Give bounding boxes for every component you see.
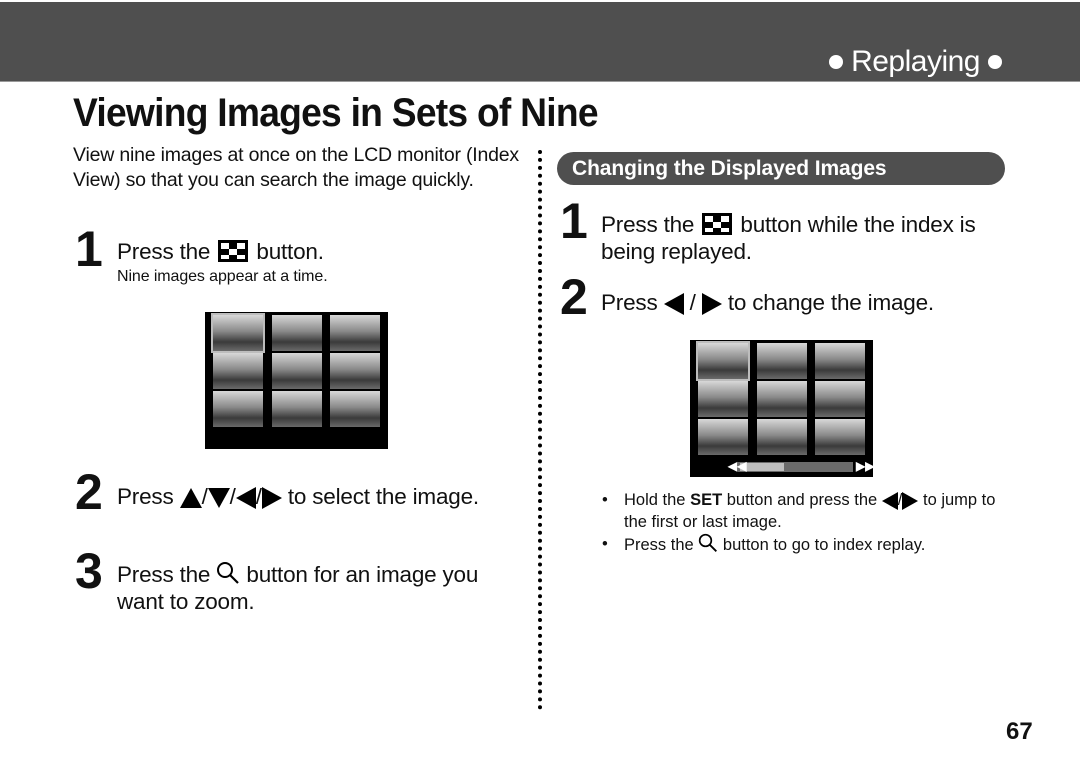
column-divider	[538, 150, 542, 710]
thumbnail	[815, 381, 865, 417]
set-button-label: SET	[690, 491, 723, 509]
thumbnail	[330, 353, 380, 389]
thumbnail	[272, 315, 322, 351]
lcd-index-view-screen	[205, 312, 388, 449]
thumbnail	[698, 381, 748, 417]
thumbnail	[213, 391, 263, 427]
scroll-track	[738, 462, 853, 472]
subheading: Changing the Displayed Images	[557, 152, 1005, 185]
step-text: Press / to change the image.	[601, 290, 934, 316]
magnify-icon	[699, 533, 718, 552]
step-subtext: Nine images appear at a time.	[117, 268, 328, 285]
jump-first-icon: ◀◀	[728, 459, 747, 473]
section-tag-label: Replaying	[851, 45, 980, 78]
step-text: Press the button while the index is bein…	[601, 212, 976, 264]
step-text: Press the button for an image you want t…	[117, 562, 479, 614]
right-arrow-icon	[261, 487, 282, 510]
right-arrow-icon	[902, 491, 919, 510]
step-number: 2	[75, 464, 103, 520]
section-tag: Replaying	[829, 45, 1002, 79]
thumbnail	[696, 341, 750, 381]
lcd-index-scroll-screen: ◀◀ ▶▶	[690, 340, 875, 477]
left-arrow-icon	[235, 487, 256, 510]
step-number: 1	[75, 221, 103, 277]
thumbnail	[213, 353, 263, 389]
thumbnail	[757, 381, 807, 417]
right-arrow-icon	[701, 293, 722, 316]
note-item: • Press the button to go to index replay…	[602, 533, 926, 554]
bullet-dot-icon	[829, 55, 844, 69]
thumbnail	[815, 343, 865, 379]
down-arrow-icon	[207, 488, 230, 509]
notes-list: • Hold the SET button and press the / to…	[600, 489, 1010, 556]
thumbnail	[330, 315, 380, 351]
intro-text: View nine images at once on the LCD moni…	[73, 144, 519, 191]
thumbnail	[698, 419, 748, 455]
scroll-thumb	[740, 463, 784, 471]
jump-last-icon: ▶▶	[856, 459, 875, 473]
index-button-icon	[218, 240, 249, 262]
thumbnail	[757, 343, 807, 379]
left-arrow-icon	[881, 491, 898, 510]
page-title: Viewing Images in Sets of Nine	[73, 91, 599, 135]
page-number: 67	[1006, 718, 1033, 745]
thumbnail	[330, 391, 380, 427]
magnify-icon	[217, 562, 240, 584]
step-number: 1	[560, 193, 588, 249]
step-number: 3	[75, 543, 103, 599]
note-item: • Hold the SET button and press the / to…	[602, 491, 996, 531]
step-text: Press / / / to select the image.	[117, 484, 479, 510]
index-button-icon	[702, 213, 733, 235]
thumbnail	[272, 353, 322, 389]
up-arrow-icon	[179, 488, 202, 509]
bullet-dot-icon	[988, 55, 1002, 69]
thumbnail	[815, 419, 865, 455]
thumbnail	[757, 419, 807, 455]
step-number: 2	[560, 269, 588, 325]
thumbnail	[211, 313, 265, 353]
header-band: Replaying	[0, 2, 1080, 82]
left-arrow-icon	[663, 293, 684, 316]
step-text: Press the button.	[117, 239, 324, 264]
thumbnail	[272, 391, 322, 427]
